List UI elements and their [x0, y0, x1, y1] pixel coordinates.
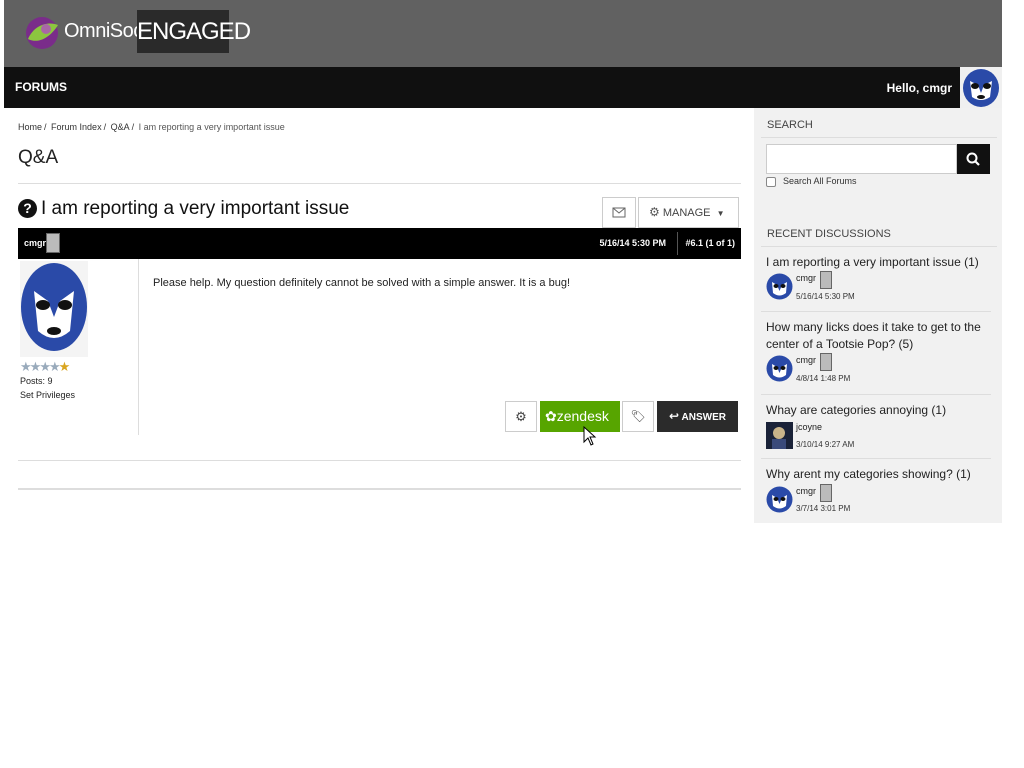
divider — [18, 183, 741, 184]
search-all-checkbox[interactable] — [766, 177, 776, 187]
nav-forums-link[interactable]: FORUMS — [15, 80, 67, 94]
answer-button[interactable]: ↩ ANSWER — [657, 401, 738, 432]
subscribe-email-button[interactable] — [602, 197, 636, 228]
post-body: Please help. My question definitely cann… — [153, 277, 571, 289]
discussion-avatar-icon[interactable] — [766, 273, 793, 300]
caret-down-icon: ▼ — [716, 209, 725, 218]
breadcrumb-current: I am reporting a very important issue — [138, 122, 285, 132]
site-header: OmniSocial ENGAGED — [4, 0, 1002, 67]
search-icon — [966, 152, 980, 166]
gear-icon: ⚙ — [515, 409, 527, 424]
recent-discussions-heading: RECENT DISCUSSIONS — [767, 228, 891, 240]
discussion-date: 3/10/14 9:27 AM — [796, 440, 855, 449]
sidebar: SEARCH Search All Forums RECENT DISCUSSI… — [754, 108, 1002, 523]
star-icon: ★ — [39, 359, 51, 374]
breadcrumb-sep: / — [103, 122, 107, 132]
post-header-bar: cmgr 5/16/14 5:30 PM #6.1 (1 of 1) — [18, 228, 741, 259]
search-heading: SEARCH — [767, 119, 813, 131]
discussion-user-mini-avatar[interactable] — [820, 271, 832, 289]
divider — [18, 488, 741, 490]
envelope-icon — [612, 207, 626, 218]
breadcrumb-qa[interactable]: Q&A — [111, 122, 130, 132]
tag-icon: 🏷 — [630, 409, 646, 423]
discussion-user[interactable]: jcoyne — [796, 422, 822, 432]
manage-dropdown-button[interactable]: ⚙ MANAGE ▼ — [638, 197, 739, 228]
breadcrumb-sep: / — [131, 122, 135, 132]
discussion-item: I am reporting a very important issue (1… — [766, 254, 991, 301]
mouse-cursor-icon — [583, 426, 597, 446]
divider — [761, 458, 991, 459]
search-all-label[interactable]: Search All Forums — [783, 176, 857, 186]
discussion-date: 4/8/14 1:48 PM — [796, 374, 851, 383]
zendesk-label: zendesk — [556, 408, 609, 424]
discussion-user[interactable]: cmgr — [796, 355, 816, 365]
post-author-name[interactable]: cmgr — [24, 238, 46, 248]
divider — [761, 137, 997, 138]
breadcrumb: Home / Forum Index / Q&A / I am reporting a… — [18, 122, 287, 132]
breadcrumb-home[interactable]: Home — [18, 122, 42, 132]
user-avatar-icon[interactable] — [960, 67, 1002, 108]
discussion-item: Why arent my categories showing? (1) cmg… — [766, 466, 991, 513]
discussion-user-mini-avatar[interactable] — [820, 353, 832, 371]
discussion-avatar-icon[interactable] — [766, 422, 793, 449]
bar-separator — [677, 232, 678, 255]
divider — [761, 394, 991, 395]
discussion-user-mini-avatar[interactable] — [820, 484, 832, 502]
post-author-column: ★★★★★ Posts: 9 Set Privileges — [18, 259, 139, 435]
author-mini-avatar[interactable] — [46, 233, 60, 253]
user-greeting[interactable]: Hello, cmgr — [887, 81, 952, 95]
rank-stars: ★★★★★ — [20, 359, 71, 375]
star-icon: ★ — [58, 359, 71, 374]
omnisocial-logo-icon[interactable] — [24, 15, 60, 51]
post-settings-button[interactable]: ⚙ — [505, 401, 537, 432]
star-icon: ★ — [29, 359, 42, 374]
discussion-title[interactable]: I am reporting a very important issue (1… — [766, 254, 991, 271]
brand-badge[interactable]: ENGAGED — [137, 10, 251, 53]
manage-label: MANAGE — [662, 207, 711, 219]
discussion-avatar-icon[interactable] — [766, 355, 793, 382]
top-nav: FORUMS Hello, cmgr — [4, 67, 1002, 108]
discussion-avatar-icon[interactable] — [766, 486, 793, 513]
discussion-user[interactable]: cmgr — [796, 273, 816, 283]
post-number[interactable]: #6.1 (1 of 1) — [685, 238, 735, 248]
post-count: Posts: 9 — [20, 376, 53, 386]
divider — [761, 246, 997, 247]
cogs-icon: ⚙ — [649, 205, 660, 219]
divider — [18, 460, 741, 461]
discussion-user[interactable]: cmgr — [796, 486, 816, 496]
discussion-title[interactable]: Why arent my categories showing? (1) — [766, 466, 991, 483]
answer-label: ANSWER — [681, 412, 726, 423]
topic-title-row: ? I am reporting a very important issue — [18, 198, 349, 220]
search-input[interactable] — [766, 144, 957, 174]
set-privileges-link[interactable]: Set Privileges — [20, 390, 75, 400]
divider — [761, 311, 991, 312]
discussion-item: How many licks does it take to get to th… — [766, 319, 991, 383]
post-date: 5/16/14 5:30 PM — [599, 238, 666, 248]
discussion-date: 3/7/14 3:01 PM — [796, 504, 851, 513]
breadcrumb-forum-index[interactable]: Forum Index — [51, 122, 102, 132]
reply-arrow-icon: ↩ — [669, 409, 680, 423]
question-icon: ? — [18, 199, 37, 218]
star-icon: ★ — [20, 359, 32, 374]
topic-title: I am reporting a very important issue — [41, 198, 350, 219]
breadcrumb-sep: / — [44, 122, 47, 132]
zendesk-gear-icon: ✿ — [545, 408, 557, 424]
zendesk-button[interactable]: ✿zendesk — [540, 401, 620, 432]
star-icon: ★ — [48, 359, 61, 374]
discussion-date: 5/16/14 5:30 PM — [796, 292, 855, 301]
discussion-title[interactable]: Whay are categories annoying (1) — [766, 402, 991, 419]
author-avatar-icon[interactable] — [20, 261, 88, 357]
page-title: Q&A — [18, 147, 59, 168]
discussion-item: Whay are categories annoying (1) jcoyne … — [766, 402, 991, 449]
search-button[interactable] — [957, 144, 990, 174]
discussion-title[interactable]: How many licks does it take to get to th… — [766, 319, 991, 353]
tag-button[interactable]: 🏷 — [622, 401, 654, 432]
